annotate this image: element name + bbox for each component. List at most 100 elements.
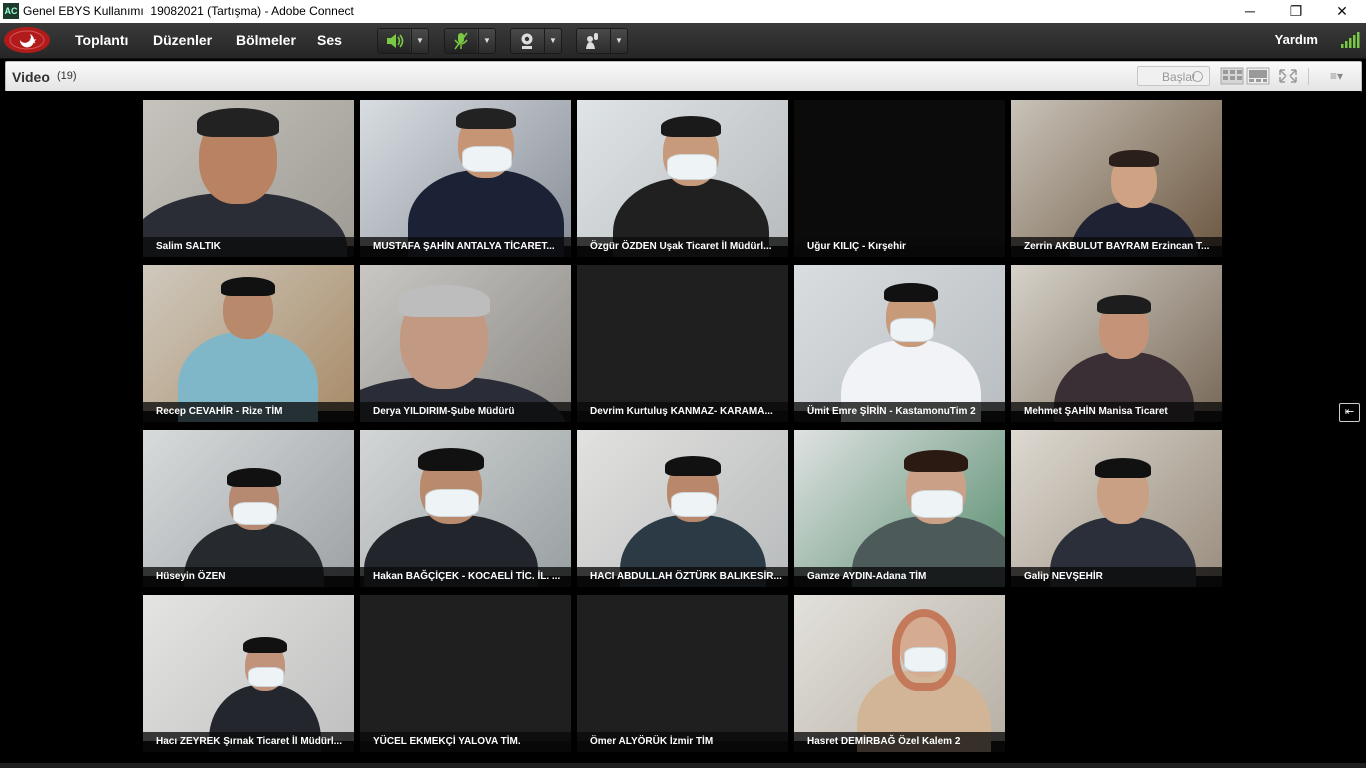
participant-video-tile[interactable]: Uğur KILIÇ - Kırşehir (794, 100, 1005, 257)
participant-video-feed (143, 430, 354, 587)
webcam-button[interactable] (511, 29, 543, 53)
participant-video-tile[interactable]: Ömer ALYÖRÜK İzmir TİM (577, 595, 788, 752)
maximize-button[interactable]: ❐ (1273, 0, 1319, 23)
participant-video-feed (794, 430, 1005, 587)
face-mask (667, 154, 717, 181)
raise-hand-button[interactable] (577, 29, 609, 53)
participant-video-tile[interactable]: Hakan BAĞÇİÇEK - KOCAELİ TİC. İL. ... (360, 430, 571, 587)
face-mask (424, 489, 480, 518)
fullscreen-icon[interactable] (1276, 66, 1300, 86)
participant-name-label: Hacı ZEYREK Şırnak Ticaret İl Müdürl... (143, 732, 354, 752)
speaker-icon (387, 34, 404, 48)
participant-hair (1097, 295, 1151, 315)
participant-video-tile[interactable]: Hacı ZEYREK Şırnak Ticaret İl Müdürl... (143, 595, 354, 752)
participant-name-label: Hakan BAĞÇİÇEK - KOCAELİ TİC. İL. ... (360, 567, 571, 587)
participant-video-off (360, 595, 571, 741)
webcam-control[interactable]: ▼ (510, 28, 562, 54)
participant-video-feed (794, 265, 1005, 422)
participant-video-feed (577, 100, 788, 257)
participant-hair (884, 283, 938, 303)
speaker-button[interactable] (378, 29, 410, 53)
participant-video-tile[interactable]: Gamze AYDIN-Adana TİM (794, 430, 1005, 587)
participant-count: (19) (57, 70, 77, 82)
participant-video-tile[interactable]: Recep CEVAHİR - Rize TİM (143, 265, 354, 422)
close-button[interactable]: ✕ (1319, 0, 1365, 23)
participant-name-label: Uğur KILIÇ - Kırşehir (794, 237, 1005, 257)
menu-bolmeler[interactable]: Bölmeler (236, 32, 296, 48)
participant-video-tile[interactable]: Ümit Emre ŞİRİN - KastamonuTim 2 (794, 265, 1005, 422)
participant-name-label: Galip NEVŞEHİR (1011, 567, 1222, 587)
menu-ses[interactable]: Ses (317, 32, 342, 48)
status-control[interactable]: ▼ (576, 28, 628, 54)
window-title-bar: AC Genel EBYS Kullanımı 19082021 (Tartış… (0, 0, 1366, 23)
participant-video-feed (360, 265, 571, 422)
participant-video-off (577, 595, 788, 741)
microphone-button[interactable] (445, 29, 477, 53)
participant-hair (1109, 150, 1159, 168)
participant-video-tile[interactable]: Salim SALTIK (143, 100, 354, 257)
minimize-button[interactable]: ─ (1227, 0, 1273, 23)
microphone-control[interactable]: ▼ (444, 28, 496, 54)
speaker-control[interactable]: ▼ (377, 28, 429, 54)
participant-hair (227, 468, 281, 487)
menu-toplanti[interactable]: Toplantı (75, 32, 128, 48)
participant-name-label: Ömer ALYÖRÜK İzmir TİM (577, 732, 788, 752)
grid-layout-icon[interactable] (1220, 66, 1244, 86)
face-mask (248, 667, 284, 687)
microphone-muted-icon (454, 32, 468, 50)
participant-name-label: Mehmet ŞAHİN Manisa Ticaret (1011, 402, 1222, 422)
filmstrip-layout-icon[interactable] (1246, 66, 1270, 86)
participant-video-tile[interactable]: Derya YILDIRIM-Şube Müdürü (360, 265, 571, 422)
pod-title: Video (12, 69, 50, 85)
menu-bar: Toplantı Düzenler Bölmeler Ses ▼ ▼ ▼ ▼ Y… (0, 23, 1366, 59)
window-title: Genel EBYS Kullanımı 19082021 (Tartışma)… (23, 4, 354, 18)
video-pod-header: Video (19) Başlat ≡▾ (5, 61, 1362, 92)
participant-video-feed (143, 265, 354, 422)
participant-video-tile[interactable]: Mehmet ŞAHİN Manisa Ticaret (1011, 265, 1222, 422)
participant-video-tile[interactable]: Hasret DEMİRBAĞ Özel Kalem 2 (794, 595, 1005, 752)
webcam-dropdown-chevron-icon[interactable]: ▼ (544, 29, 561, 53)
start-webcam-button[interactable]: Başlat (1137, 66, 1210, 86)
organization-logo-icon (4, 27, 50, 53)
participant-video-feed (1011, 430, 1222, 587)
participant-video-tile[interactable]: HACI ABDULLAH ÖZTÜRK BALIKESİR... (577, 430, 788, 587)
webcam-small-icon (1192, 71, 1203, 82)
participant-video-feed (360, 430, 571, 587)
participant-name-label: HACI ABDULLAH ÖZTÜRK BALIKESİR... (577, 567, 788, 587)
participant-name-label: Ümit Emre ŞİRİN - KastamonuTim 2 (794, 402, 1005, 422)
pod-options-menu-icon[interactable]: ≡▾ (1330, 69, 1343, 83)
bottom-edge (0, 763, 1366, 768)
participant-name-label: Zerrin AKBULUT BAYRAM Erzincan T... (1011, 237, 1222, 257)
face-mask (890, 318, 934, 342)
participant-video-off (794, 100, 1005, 246)
participant-video-tile[interactable]: MUSTAFA ŞAHİN ANTALYA TİCARET... (360, 100, 571, 257)
face-mask (903, 647, 947, 672)
video-grid: Salim SALTIK MUSTAFA ŞAHİN ANTALYA TİCARE… (5, 91, 1361, 763)
participant-video-tile[interactable]: YÜCEL EKMEKÇİ YALOVA TİM. (360, 595, 571, 752)
participant-video-off (577, 265, 788, 411)
participant-name-label: Recep CEVAHİR - Rize TİM (143, 402, 354, 422)
status-dropdown-chevron-icon[interactable]: ▼ (610, 29, 627, 53)
participant-video-feed (1011, 265, 1222, 422)
speaker-dropdown-chevron-icon[interactable]: ▼ (411, 29, 428, 53)
participant-name-label: Salim SALTIK (143, 237, 354, 257)
participant-hair (398, 285, 490, 317)
participant-video-feed (360, 100, 571, 257)
face-mask (462, 146, 512, 173)
participant-video-tile[interactable]: Galip NEVŞEHİR (1011, 430, 1222, 587)
face-mask (233, 502, 277, 526)
participant-hair (904, 450, 968, 473)
participant-video-feed (1011, 100, 1222, 257)
microphone-dropdown-chevron-icon[interactable]: ▼ (478, 29, 495, 53)
menu-duzenler[interactable]: Düzenler (153, 32, 212, 48)
participant-name-label: Hasret DEMİRBAĞ Özel Kalem 2 (794, 732, 1005, 752)
participant-hair (456, 108, 516, 130)
participant-video-tile[interactable]: Devrim Kurtuluş KANMAZ- KARAMA... (577, 265, 788, 422)
participant-video-tile[interactable]: Zerrin AKBULUT BAYRAM Erzincan T... (1011, 100, 1222, 257)
participant-video-tile[interactable]: Hüseyin ÖZEN (143, 430, 354, 587)
participant-hair (665, 456, 721, 476)
participant-video-feed (794, 595, 1005, 752)
participant-video-tile[interactable]: Özgür ÖZDEN Uşak Ticaret İl Müdürl... (577, 100, 788, 257)
help-menu[interactable]: Yardım (1275, 32, 1318, 47)
collapse-panel-icon[interactable]: ⇤ (1339, 403, 1360, 422)
